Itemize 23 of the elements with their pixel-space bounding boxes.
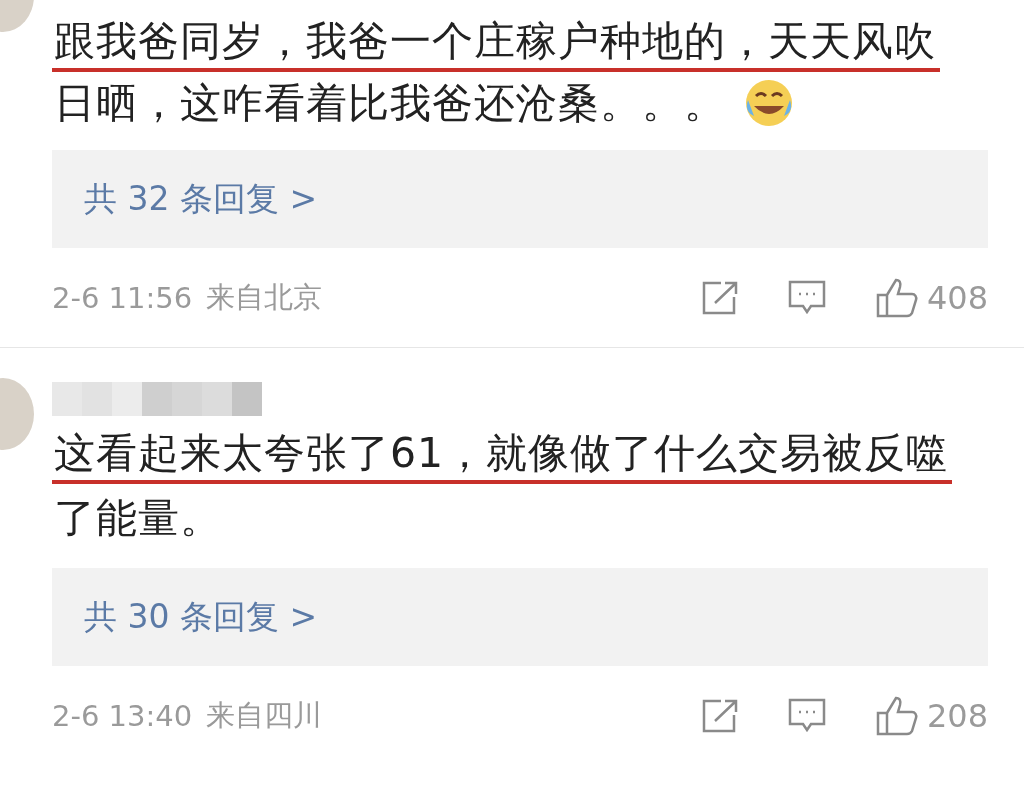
comment-text: 跟我爸同岁，我爸一个庄稼户种地的，天天风吹 [52, 14, 940, 72]
like-button[interactable]: 208 [874, 694, 988, 737]
like-icon [874, 276, 919, 319]
share-button[interactable] [700, 279, 739, 316]
comment-icon [786, 696, 827, 735]
like-button[interactable]: 408 [874, 276, 988, 319]
laughing-emoji-icon [744, 78, 794, 128]
comment-location: 来自北京 [206, 278, 323, 316]
comment-text: 了能量。 [53, 493, 223, 544]
share-icon [700, 697, 739, 734]
comment-text: 日晒，这咋看着比我爸还沧桑。。。 [53, 78, 727, 129]
comment-button[interactable] [786, 278, 827, 317]
share-icon [700, 279, 739, 316]
replies-link[interactable]: 共 30 条回复 > [84, 594, 318, 640]
comment-time: 2-6 13:40 [52, 698, 193, 733]
comment-text: 这看起来太夸张了61，就像做了什么交易被反噬 [52, 426, 953, 484]
share-button[interactable] [700, 697, 739, 734]
comment-location: 来自四川 [206, 696, 323, 734]
like-icon [874, 694, 919, 737]
comment-icon [786, 278, 827, 317]
replies-link[interactable]: 共 32 条回复 > [84, 176, 318, 222]
comment-button[interactable] [786, 696, 827, 735]
comment-time: 2-6 11:56 [52, 280, 193, 315]
